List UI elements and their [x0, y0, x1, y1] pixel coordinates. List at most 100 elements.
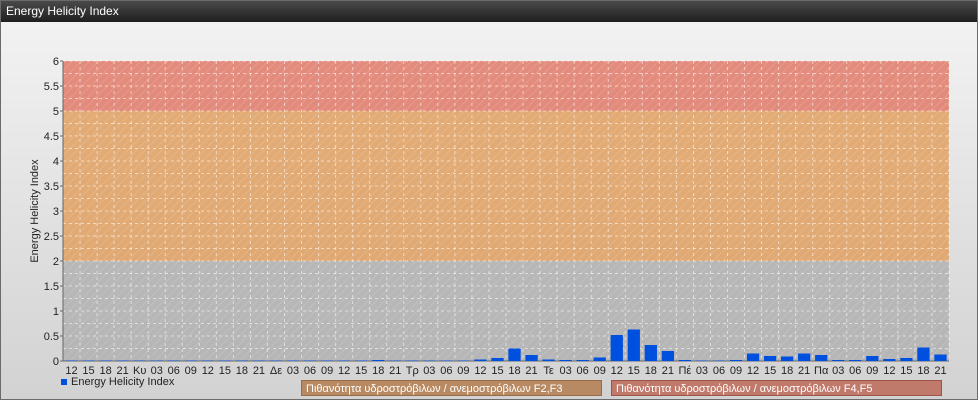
bar — [286, 360, 300, 361]
x-tick-label: 15 — [355, 365, 367, 377]
x-tick-label: 06 — [577, 365, 589, 377]
bar — [406, 360, 419, 361]
window-title: Energy Helicity Index — [1, 1, 977, 22]
bar — [900, 358, 913, 361]
series-legend-label: Energy Helicity Index — [71, 376, 175, 388]
chart-area: 0 0.5 1 1.5 2 2.5 3 3.5 4 4.5 5 5.5 6 Energy Helicity… — [1, 22, 977, 399]
y-tick-label: 1.5 — [44, 281, 59, 293]
bar — [883, 359, 896, 361]
y-tick-label: 3 — [53, 206, 59, 218]
x-tick-label: 12 — [747, 365, 759, 377]
x-tick-label: 12 — [202, 365, 214, 377]
bar — [82, 360, 95, 361]
bar — [184, 360, 197, 361]
y-tick-label: 5.5 — [44, 81, 59, 93]
x-tick-label: 18 — [645, 365, 657, 377]
x-tick-label: 21 — [798, 365, 810, 377]
x-tick-label: 15 — [219, 365, 231, 377]
y-tick-label: 2 — [53, 256, 59, 268]
bar — [763, 356, 777, 361]
x-tick-label: 15 — [764, 365, 776, 377]
bar — [457, 360, 470, 361]
x-tick-label: 09 — [594, 365, 606, 377]
bar — [116, 360, 129, 361]
y-tick-label: 3.5 — [44, 181, 59, 193]
chart-window: Energy Helicity Index 0 0.5 1 1.5 2 2.5 3 3.5 4 4… — [0, 0, 978, 400]
x-tick-label: 09 — [866, 365, 878, 377]
bar — [252, 360, 266, 361]
y-tick-label: 6 — [53, 56, 59, 68]
bar — [150, 360, 163, 361]
x-tick-label: 06 — [713, 365, 725, 377]
x-tick-label: 15 — [628, 365, 640, 377]
x-tick-label: 12 — [883, 365, 895, 377]
bar — [559, 360, 572, 361]
bar — [781, 356, 794, 361]
x-tick-label: 18 — [917, 365, 929, 377]
bar — [320, 360, 334, 361]
x-tick-label: 03 — [423, 365, 435, 377]
bar — [627, 329, 640, 361]
bar — [389, 360, 402, 361]
bar — [133, 360, 146, 361]
y-tick-label: 0.5 — [44, 331, 59, 343]
bar — [167, 360, 180, 361]
bar — [712, 360, 726, 361]
x-tick-label: Πα — [814, 365, 829, 377]
bar — [355, 360, 368, 361]
bar — [678, 360, 692, 361]
x-tick-label: 12 — [611, 365, 623, 377]
bar — [593, 357, 606, 361]
x-tick-label: 18 — [372, 365, 384, 377]
x-tick-label: 09 — [730, 365, 742, 377]
bar — [508, 348, 521, 361]
bar — [269, 360, 283, 361]
bar — [99, 360, 112, 361]
x-tick-label: 21 — [662, 365, 674, 377]
x-tick-label: 21 — [525, 365, 537, 377]
bar — [235, 360, 249, 361]
band-legend-f4f5: Πιθανότητα υδροστρόβιλων / ανεμοστρόβιλω… — [611, 380, 942, 396]
x-tick-label: 03 — [560, 365, 572, 377]
x-tick-label: 09 — [321, 365, 333, 377]
x-tick-label: 21 — [253, 365, 265, 377]
bar — [729, 360, 743, 361]
y-tick-label: 5 — [53, 106, 59, 118]
bar — [542, 359, 555, 361]
x-tick-label: 15 — [491, 365, 503, 377]
x-tick-label: 06 — [304, 365, 316, 377]
bar — [303, 360, 317, 361]
bar — [815, 355, 828, 361]
series-legend-swatch — [61, 379, 67, 385]
x-tick-label: 06 — [849, 365, 861, 377]
series-legend[interactable]: Energy Helicity Index — [61, 376, 174, 388]
bar — [832, 360, 845, 361]
y-tick-label: 4.5 — [44, 131, 59, 143]
y-axis-label: Energy Helicity Index — [29, 159, 41, 263]
x-tick-label: Δε — [270, 365, 282, 377]
x-tick-label: 03 — [832, 365, 844, 377]
bar — [525, 355, 538, 361]
bar — [474, 359, 487, 361]
bar — [218, 360, 231, 361]
y-tick-label: 1 — [53, 306, 59, 318]
y-tick-label: 2.5 — [44, 231, 59, 243]
bar — [644, 345, 657, 361]
bar — [201, 360, 214, 361]
x-tick-label: 15 — [900, 365, 912, 377]
bar — [491, 358, 504, 361]
x-tick-label: 03 — [696, 365, 708, 377]
x-tick-label: 18 — [781, 365, 793, 377]
x-tick-label: 06 — [440, 365, 452, 377]
bar — [372, 360, 385, 361]
bar — [746, 353, 760, 361]
bar — [576, 360, 589, 361]
x-tick-label: 21 — [389, 365, 401, 377]
bar — [695, 360, 709, 361]
y-tick-label: 4 — [53, 156, 59, 168]
x-tick-label: Πέ — [678, 365, 691, 377]
bar — [661, 351, 674, 361]
x-tick-label: 18 — [508, 365, 520, 377]
y-tick-label: 0 — [53, 356, 59, 368]
bar — [440, 360, 453, 361]
